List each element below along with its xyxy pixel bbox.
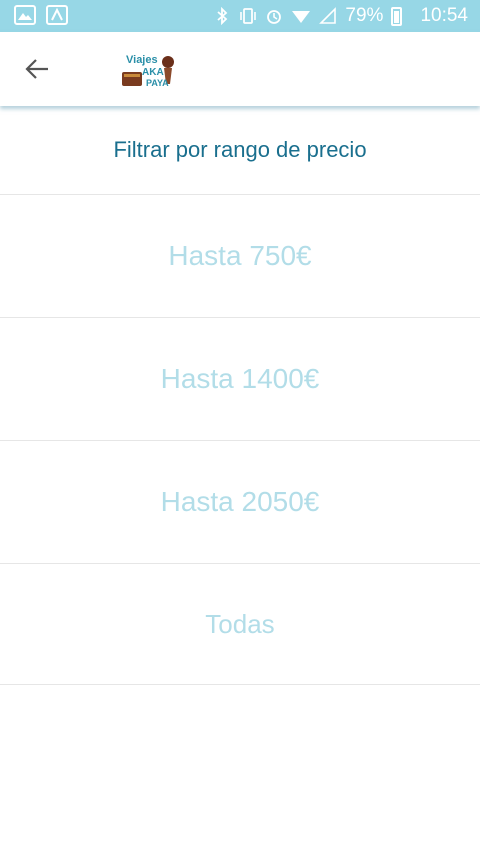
wifi-icon xyxy=(292,11,311,23)
arrow-left-icon xyxy=(25,59,48,79)
app-icon xyxy=(46,5,68,25)
brand-logo: Viajes AKA PAYA xyxy=(116,50,176,92)
clock: 10:54 xyxy=(420,5,468,26)
option-up-to-750[interactable]: Hasta 750€ xyxy=(0,195,480,318)
app-bar: Viajes AKA PAYA xyxy=(0,32,480,106)
option-all[interactable]: Todas xyxy=(0,564,480,685)
image-icon xyxy=(14,5,36,25)
svg-text:AKA: AKA xyxy=(142,67,164,78)
filter-title: Filtrar por rango de precio xyxy=(0,106,480,195)
option-up-to-1400[interactable]: Hasta 1400€ xyxy=(0,318,480,441)
signal-icon xyxy=(319,7,337,24)
bluetooth-icon xyxy=(217,7,228,25)
option-up-to-2050[interactable]: Hasta 2050€ xyxy=(0,441,480,564)
alarm-icon xyxy=(267,10,282,24)
notification-icons xyxy=(14,5,68,25)
battery-icon xyxy=(391,6,403,26)
filter-list: Filtrar por rango de precio Hasta 750€ H… xyxy=(0,106,480,685)
svg-text:PAYA: PAYA xyxy=(146,78,169,88)
status-bar: 79% 10:54 xyxy=(0,0,480,32)
battery-percent: 79% xyxy=(345,5,384,26)
system-icons: 79% 10:54 xyxy=(213,4,468,28)
back-button[interactable] xyxy=(20,52,54,86)
vibrate-icon xyxy=(240,8,257,24)
svg-text:Viajes: Viajes xyxy=(126,54,158,66)
